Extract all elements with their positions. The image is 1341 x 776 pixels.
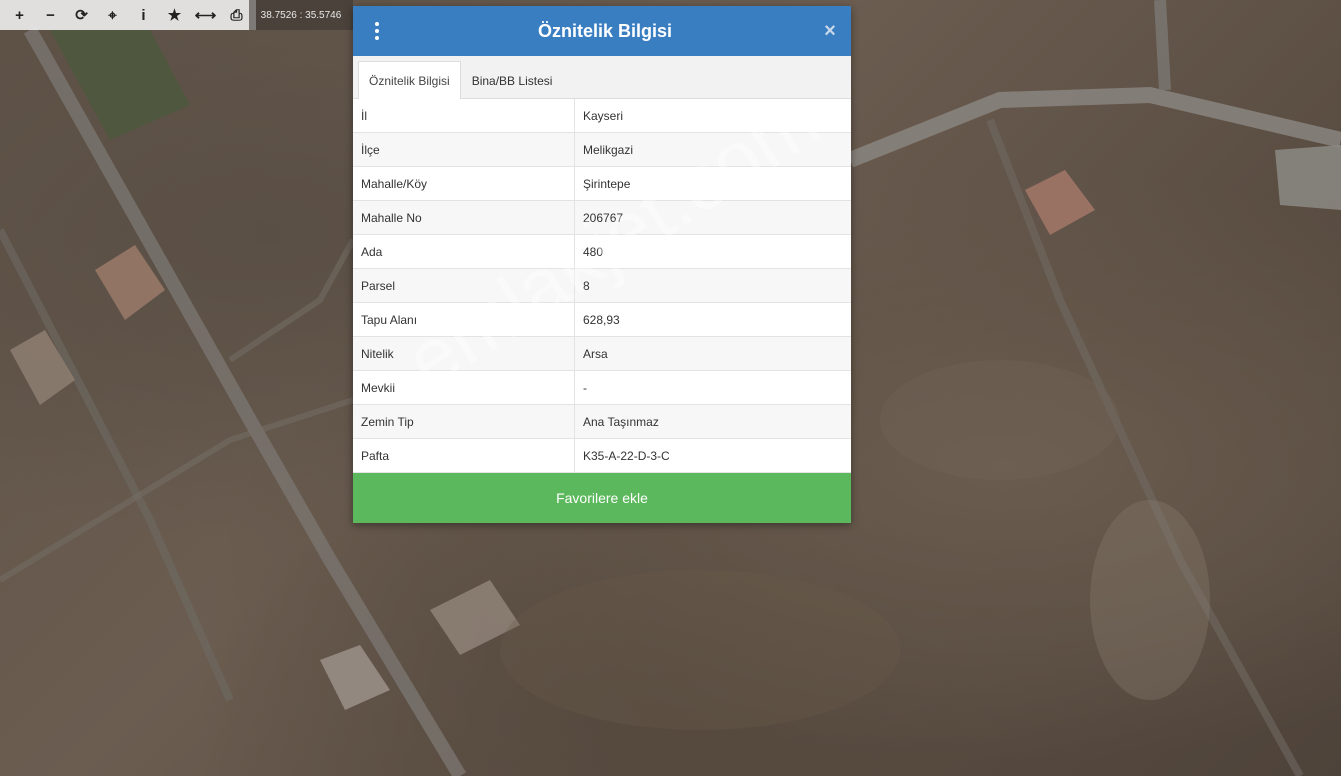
table-row: Tapu Alanı 628,93: [353, 302, 851, 337]
table-row: Zemin Tip Ana Taşınmaz: [353, 404, 851, 439]
minus-icon: −: [46, 6, 55, 24]
plus-icon: +: [15, 6, 24, 24]
refresh-icon: ⟳: [75, 7, 88, 24]
row-value: Ana Taşınmaz: [574, 404, 851, 439]
row-key: İlçe: [353, 132, 575, 167]
info-icon: i: [141, 6, 146, 24]
refresh-button[interactable]: ⟳: [66, 0, 97, 30]
row-key: Tapu Alanı: [353, 302, 575, 337]
row-value: K35-A-22-D-3-C: [574, 438, 851, 473]
close-button[interactable]: ×: [809, 6, 851, 56]
dialog-header: Öznitelik Bilgisi ×: [353, 6, 851, 56]
row-value: 8: [574, 268, 851, 303]
table-row: İlçe Melikgazi: [353, 132, 851, 167]
star-icon: ★: [167, 7, 182, 24]
row-value: 206767: [574, 200, 851, 235]
table-row: Mevkii -: [353, 370, 851, 405]
table-row: Pafta K35-A-22-D-3-C: [353, 438, 851, 473]
table-row: İl Kayseri: [353, 99, 851, 133]
vertical-dots-icon: [375, 22, 379, 40]
row-key: Mevkii: [353, 370, 575, 405]
row-value: Şirintepe: [574, 166, 851, 201]
row-value: -: [574, 370, 851, 405]
menu-button[interactable]: [353, 6, 401, 56]
table-row: Parsel 8: [353, 268, 851, 303]
row-key: Ada: [353, 234, 575, 269]
crosshair-icon: ⌖: [108, 6, 117, 24]
row-value: Arsa: [574, 336, 851, 371]
measure-button[interactable]: ⟷: [190, 0, 221, 30]
locate-button[interactable]: ⌖: [97, 0, 128, 30]
arrows-horizontal-icon: ⟷: [194, 7, 217, 24]
row-key: Nitelik: [353, 336, 575, 371]
map-toolbar: + − ⟳ ⌖ i ★ ⟷ ⎙: [0, 0, 256, 30]
row-value: 628,93: [574, 302, 851, 337]
dialog-title: Öznitelik Bilgisi: [537, 20, 673, 41]
table-row: Nitelik Arsa: [353, 336, 851, 371]
tab-building-list[interactable]: Bina/BB Listesi: [461, 61, 564, 99]
attribute-dialog: Öznitelik Bilgisi × Öznitelik Bilgisi Bi…: [353, 6, 851, 523]
row-key: Pafta: [353, 438, 575, 473]
zoom-in-button[interactable]: +: [4, 0, 35, 30]
add-favorites-button[interactable]: Favorilere ekle: [353, 473, 851, 523]
favorite-button[interactable]: ★: [159, 0, 190, 30]
row-key: Parsel: [353, 268, 575, 303]
row-key: Mahalle No: [353, 200, 575, 235]
row-value: 480: [574, 234, 851, 269]
attribute-table: İl Kayseri İlçe Melikgazi Mahalle/Köy Şirinte…: [353, 99, 851, 473]
table-row: Mahalle No 206767: [353, 200, 851, 235]
row-value: Kayseri: [574, 99, 851, 133]
print-button[interactable]: ⎙: [221, 0, 252, 30]
coordinate-readout: 38.7526 : 35.5746: [249, 0, 353, 30]
row-key: Mahalle/Köy: [353, 166, 575, 201]
zoom-out-button[interactable]: −: [35, 0, 66, 30]
info-button[interactable]: i: [128, 0, 159, 30]
row-key: Zemin Tip: [353, 404, 575, 439]
close-icon: ×: [824, 19, 836, 42]
print-icon: ⎙: [230, 6, 243, 24]
row-key: İl: [353, 99, 575, 133]
table-row: Ada 480: [353, 234, 851, 269]
table-row: Mahalle/Köy Şirintepe: [353, 166, 851, 201]
dialog-tabs: Öznitelik Bilgisi Bina/BB Listesi: [353, 56, 851, 99]
tab-attribute-info[interactable]: Öznitelik Bilgisi: [358, 61, 461, 99]
row-value: Melikgazi: [574, 132, 851, 167]
